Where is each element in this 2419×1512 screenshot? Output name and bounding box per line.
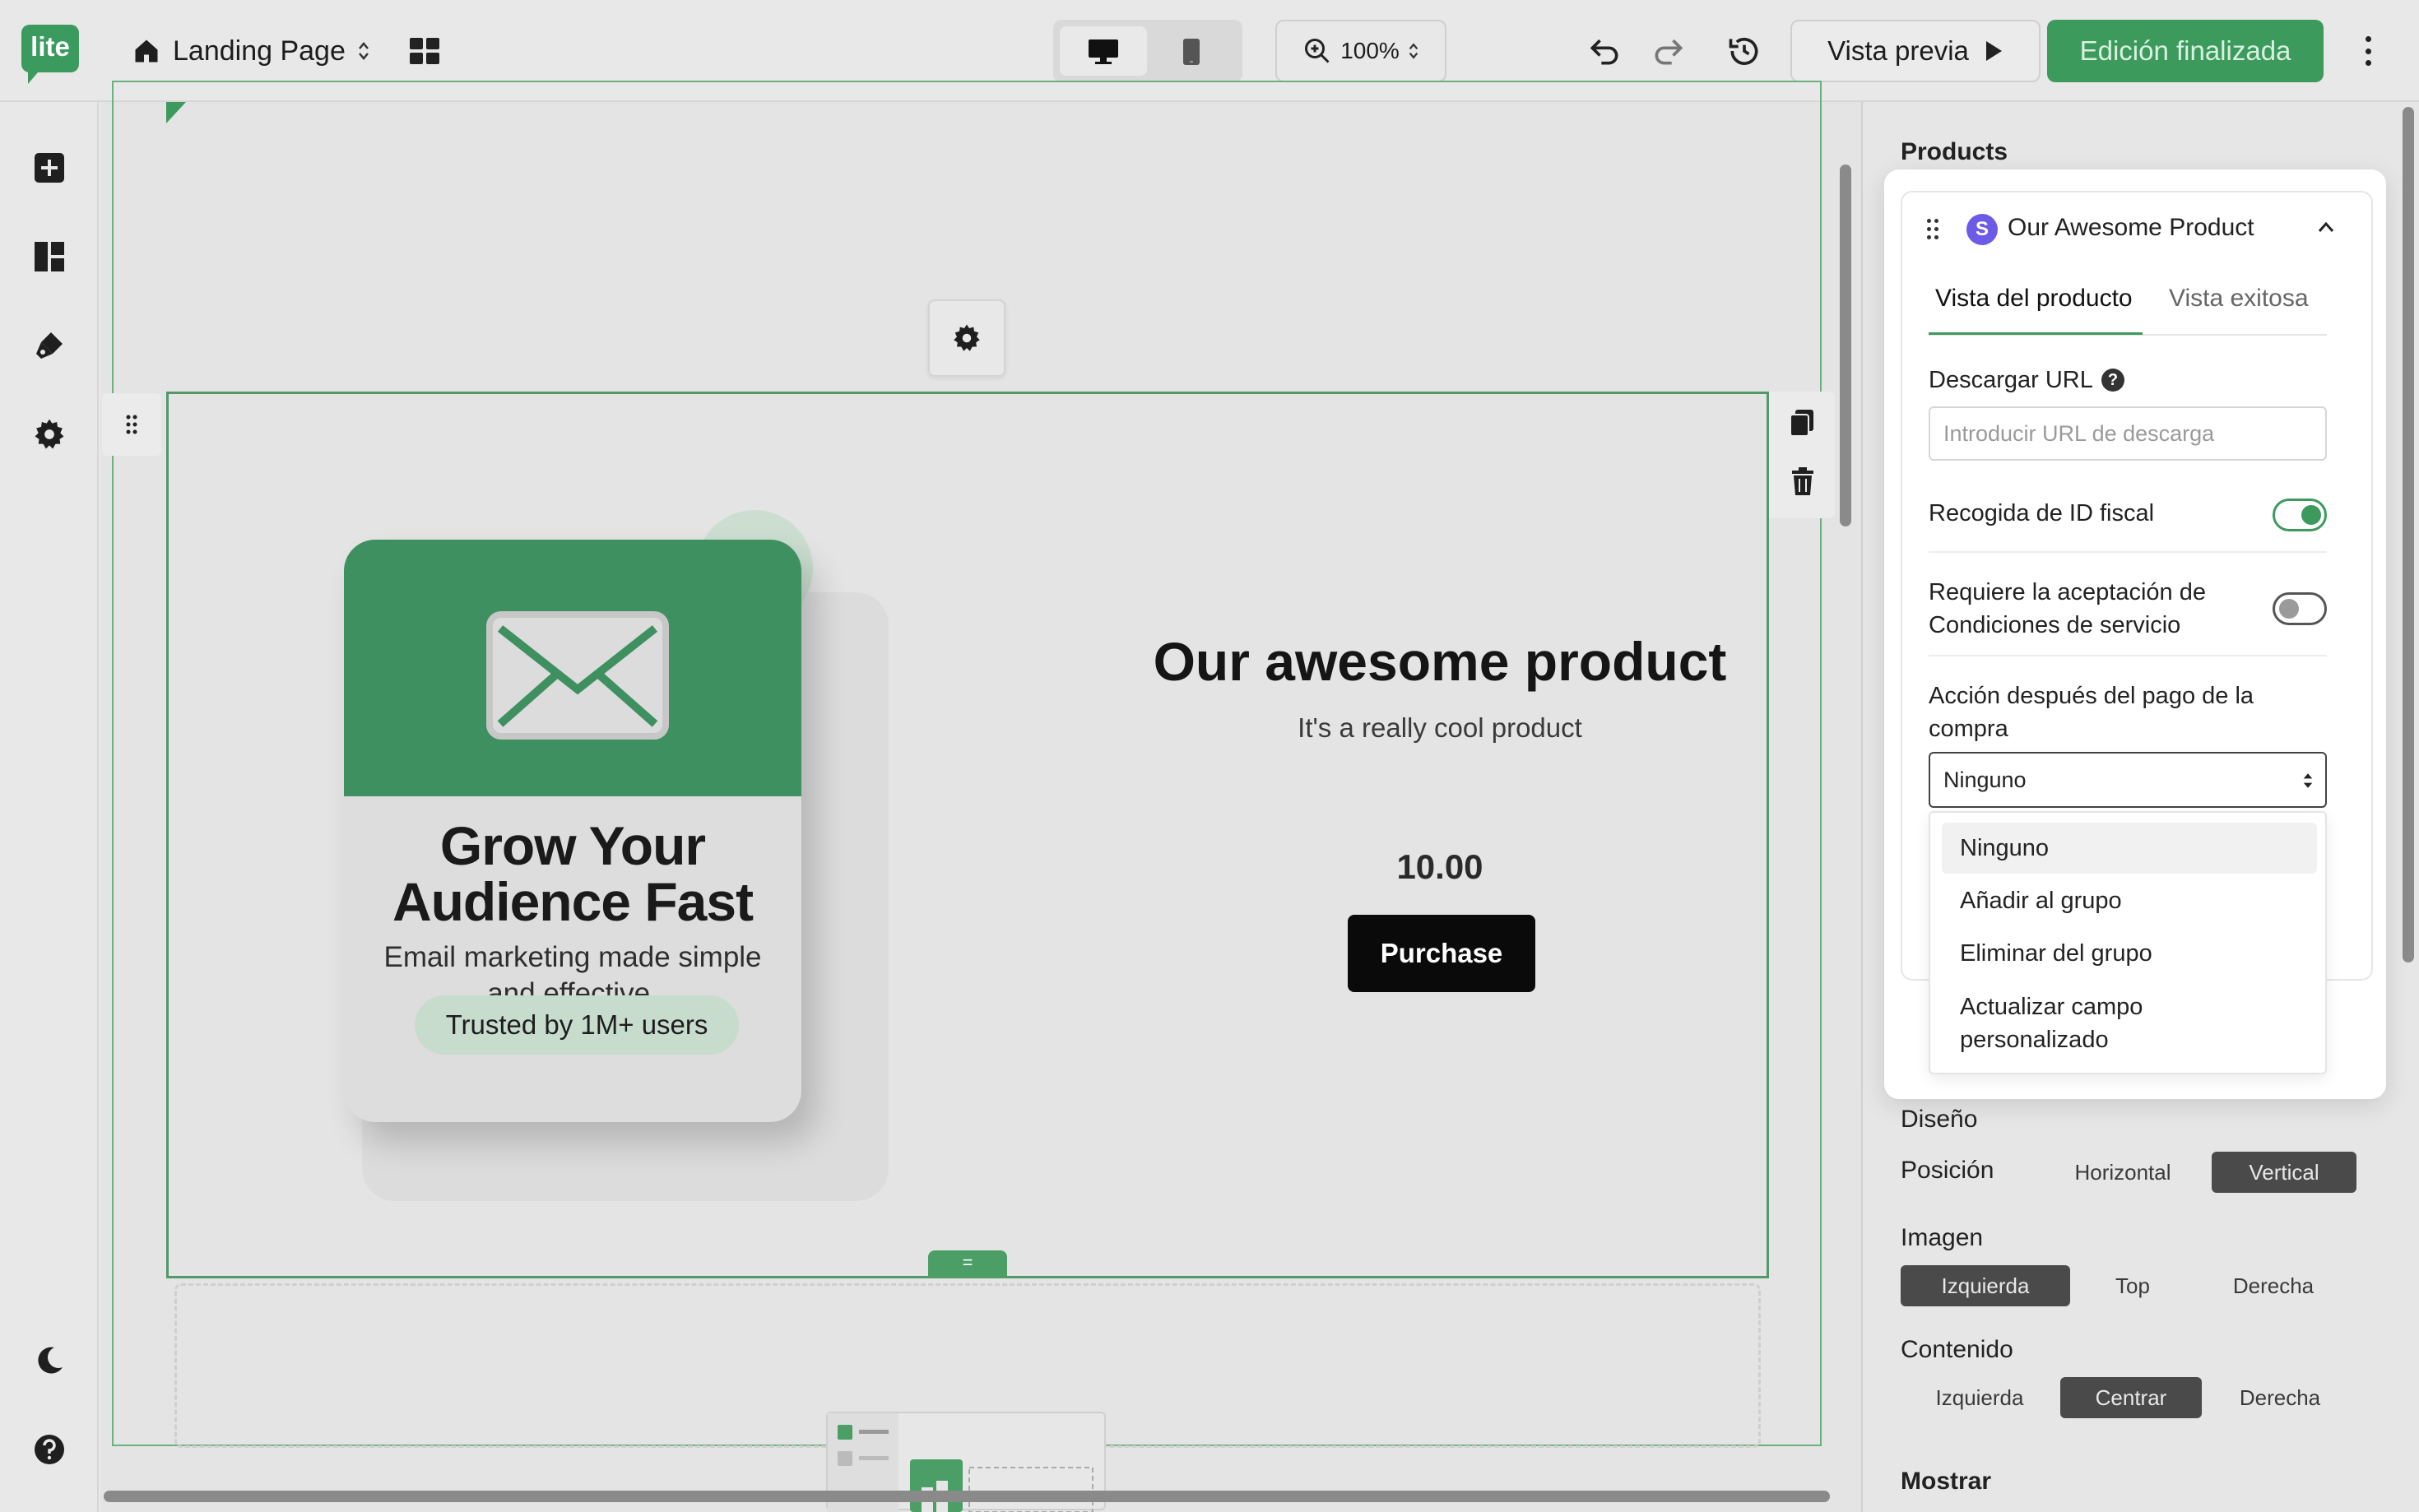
position-label: Posición bbox=[1901, 1157, 1994, 1184]
page-selector[interactable]: Landing Page bbox=[132, 30, 370, 72]
after-payment-select[interactable]: Ninguno bbox=[1929, 752, 2327, 808]
products-section-title: Products bbox=[1901, 138, 2008, 165]
tax-id-toggle[interactable] bbox=[2273, 499, 2327, 531]
after-payment-label: Acción después del pago de la compra bbox=[1929, 683, 2254, 742]
stripe-icon: S bbox=[1966, 214, 1998, 245]
terms-label: Requiere la aceptación de Condiciones de… bbox=[1929, 579, 2206, 638]
gear-icon bbox=[954, 324, 980, 351]
plus-square-icon bbox=[35, 153, 64, 183]
page-name: Landing Page bbox=[173, 35, 346, 67]
product-heading: Our awesome product bbox=[1153, 631, 1727, 692]
resize-handle[interactable]: = bbox=[928, 1250, 1007, 1277]
block-drag-handle[interactable] bbox=[102, 393, 161, 456]
product-image: Grow Your Audience Fast Email marketing … bbox=[344, 540, 801, 1122]
mobile-icon bbox=[1183, 39, 1200, 65]
help-icon bbox=[35, 1435, 64, 1464]
settings-button[interactable] bbox=[16, 401, 82, 467]
device-switcher bbox=[1053, 20, 1242, 82]
active-tab-indicator bbox=[1929, 332, 2143, 335]
image-right[interactable]: Derecha bbox=[2205, 1265, 2342, 1306]
redo-icon[interactable] bbox=[1651, 33, 1687, 69]
download-url-input[interactable] bbox=[1929, 406, 2327, 461]
updown-chevron-icon bbox=[2303, 773, 2313, 788]
layout-button[interactable] bbox=[16, 224, 82, 290]
image-label: Imagen bbox=[1901, 1224, 1984, 1251]
updown-chevron-icon bbox=[358, 42, 369, 60]
add-block-button[interactable] bbox=[16, 135, 82, 201]
tab-success-view[interactable]: Vista exitosa bbox=[2169, 285, 2309, 313]
zoom-in-icon bbox=[1305, 39, 1330, 63]
image-top[interactable]: Top bbox=[2083, 1265, 2182, 1306]
tax-id-label: Recogida de ID fiscal bbox=[1929, 500, 2155, 526]
product-tagline: It's a really cool product bbox=[1298, 712, 1582, 743]
divider bbox=[1929, 655, 2327, 656]
home-icon bbox=[135, 39, 158, 63]
duplicate-icon[interactable] bbox=[1789, 408, 1815, 438]
position-horizontal[interactable]: Horizontal bbox=[2047, 1152, 2198, 1193]
option-none[interactable]: Ninguno bbox=[1942, 823, 2317, 874]
help-button[interactable] bbox=[16, 1417, 82, 1482]
pages-grid-icon[interactable] bbox=[410, 38, 439, 64]
zoom-level: 100% bbox=[1340, 38, 1400, 63]
content-center[interactable]: Centrar bbox=[2060, 1377, 2202, 1418]
design-section-title: Diseño bbox=[1901, 1106, 1978, 1133]
purchase-button[interactable]: Purchase bbox=[1348, 915, 1535, 992]
content-label: Contenido bbox=[1901, 1336, 2013, 1363]
updown-chevron-icon bbox=[1409, 43, 1418, 59]
option-update-custom-field[interactable]: Actualizar campo personalizado bbox=[1942, 984, 2189, 1063]
desktop-icon bbox=[1089, 39, 1118, 64]
canvas-vertical-scrollbar[interactable] bbox=[1840, 165, 1851, 526]
product-price: 10.00 bbox=[1396, 847, 1483, 886]
trust-badge: Trusted by 1M+ users bbox=[415, 995, 739, 1055]
position-vertical[interactable]: Vertical bbox=[2212, 1152, 2356, 1193]
image-left[interactable]: Izquierda bbox=[1901, 1265, 2070, 1306]
after-payment-value: Ninguno bbox=[1943, 768, 2027, 792]
chevron-up-icon[interactable] bbox=[2317, 220, 2335, 234]
block-tools bbox=[1769, 392, 1835, 518]
app-logo[interactable]: lite bbox=[21, 25, 79, 84]
option-remove-from-group[interactable]: Eliminar del grupo bbox=[1942, 928, 2317, 979]
option-add-to-group[interactable]: Añadir al grupo bbox=[1942, 875, 2317, 926]
preview-label: Vista previa bbox=[1827, 35, 1969, 66]
trash-icon[interactable] bbox=[1790, 467, 1815, 497]
drag-handle-icon bbox=[126, 415, 137, 434]
product-name: Our Awesome Product bbox=[2008, 214, 2254, 241]
desktop-view-button[interactable] bbox=[1060, 26, 1147, 76]
finish-editing-button[interactable]: Edición finalizada bbox=[2047, 20, 2324, 82]
gear-icon bbox=[35, 419, 64, 449]
paint-brush-icon bbox=[36, 332, 63, 359]
dark-mode-button[interactable] bbox=[16, 1328, 82, 1394]
zoom-control[interactable]: 100% bbox=[1275, 20, 1446, 82]
download-url-label: Descargar URL bbox=[1929, 367, 2093, 393]
moon-icon bbox=[38, 1347, 63, 1374]
mobile-view-button[interactable] bbox=[1149, 26, 1236, 76]
preview-button[interactable]: Vista previa bbox=[1790, 20, 2041, 82]
history-icon[interactable] bbox=[1726, 33, 1762, 69]
divider bbox=[1929, 551, 2327, 553]
content-right[interactable]: Derecha bbox=[2210, 1377, 2350, 1418]
help-icon[interactable]: ? bbox=[2101, 369, 2124, 392]
undo-icon[interactable] bbox=[1586, 33, 1623, 69]
panel-scrollbar[interactable] bbox=[2403, 107, 2414, 962]
tab-product-view[interactable]: Vista del producto bbox=[1935, 285, 2133, 313]
drag-handle-icon[interactable] bbox=[1927, 219, 1938, 240]
terms-toggle[interactable] bbox=[2273, 592, 2327, 625]
section-settings-button[interactable] bbox=[928, 299, 1005, 377]
card-header bbox=[344, 540, 801, 796]
layout-icon bbox=[35, 242, 64, 271]
left-toolbar bbox=[0, 102, 99, 1512]
card-title: Grow Your Audience Fast bbox=[392, 815, 754, 932]
more-options-icon[interactable] bbox=[2358, 33, 2378, 69]
design-button[interactable] bbox=[16, 313, 82, 378]
content-left[interactable]: Izquierda bbox=[1912, 1377, 2047, 1418]
show-section-title: Mostrar bbox=[1901, 1468, 1992, 1495]
envelope-icon bbox=[486, 611, 669, 740]
after-payment-options: Ninguno Añadir al grupo Eliminar del gru… bbox=[1929, 811, 2327, 1074]
play-icon bbox=[1985, 41, 2002, 61]
canvas-horizontal-scrollbar[interactable] bbox=[104, 1491, 1830, 1502]
